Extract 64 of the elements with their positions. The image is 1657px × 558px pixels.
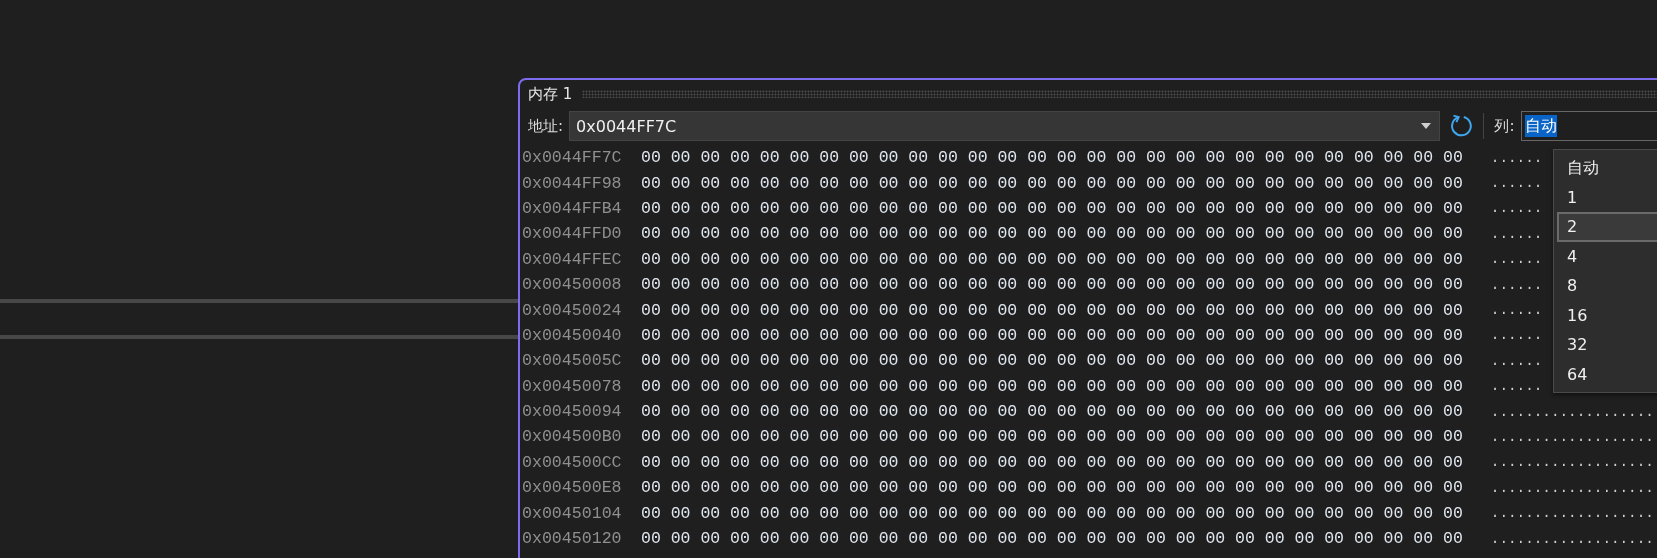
hex-bytes: 00 00 00 00 00 00 00 00 00 00 00 00 00 00 00 00 00 00 00 00 00 00 00 00 00 00 00 00 xyxy=(641,351,1463,371)
dropdown-option[interactable]: 16 xyxy=(1557,300,1657,330)
ascii-text: ...... xyxy=(1490,225,1543,242)
ascii-text: ...... xyxy=(1490,175,1543,192)
memory-address: 0x00450078 xyxy=(522,376,623,396)
columns-label: 列: xyxy=(1494,116,1515,136)
hex-bytes: 00 00 00 00 00 00 00 00 00 00 00 00 00 00 00 00 00 00 00 00 00 00 00 00 00 00 00 00 xyxy=(641,325,1463,345)
memory-address: 0x00450024 xyxy=(522,300,623,320)
hex-bytes: 00 00 00 00 00 00 00 00 00 00 00 00 00 00 00 00 00 00 00 00 00 00 00 00 00 00 00 00 xyxy=(641,452,1463,472)
memory-address: 0x0044FFB4 xyxy=(522,198,623,218)
memory-address: 0x0044FFD0 xyxy=(522,224,623,244)
ascii-text: ...... xyxy=(1490,302,1543,319)
hex-bytes: 00 00 00 00 00 00 00 00 00 00 00 00 00 00 00 00 00 00 00 00 00 00 00 00 00 00 00 00 xyxy=(641,402,1463,422)
memory-address: 0x00450094 xyxy=(522,402,623,422)
hex-bytes: 00 00 00 00 00 00 00 00 00 00 00 00 00 00 00 00 00 00 00 00 00 00 00 00 00 00 00 00 xyxy=(641,427,1463,447)
ascii-text: ...... xyxy=(1490,327,1543,344)
memory-address: 0x0045005C xyxy=(522,351,623,371)
memory-address: 0x004500E8 xyxy=(522,478,623,498)
hex-bytes: 00 00 00 00 00 00 00 00 00 00 00 00 00 00 00 00 00 00 00 00 00 00 00 00 00 00 00 00 xyxy=(641,148,1463,168)
memory-address: 0x0044FF98 xyxy=(522,173,623,193)
title-grip[interactable] xyxy=(582,90,1657,98)
memory-address: 0x004500B0 xyxy=(522,427,623,447)
ascii-text: ...... xyxy=(1490,378,1543,395)
hex-bytes: 00 00 00 00 00 00 00 00 00 00 00 00 00 00 00 00 00 00 00 00 00 00 00 00 00 00 00 00 xyxy=(641,529,1463,549)
dropdown-option[interactable]: 64 xyxy=(1557,359,1657,389)
hex-bytes: 00 00 00 00 00 00 00 00 00 00 00 00 00 00 00 00 00 00 00 00 00 00 00 00 00 00 00 00 xyxy=(641,300,1463,320)
ascii-text: ...... xyxy=(1490,149,1543,166)
columns-field[interactable]: 自动 xyxy=(1520,111,1657,141)
refresh-icon[interactable] xyxy=(1449,114,1474,138)
dropdown-option[interactable]: 4 xyxy=(1557,241,1657,271)
window-title: 内存 1 xyxy=(528,84,573,104)
memory-address: 0x0044FF7C xyxy=(522,148,623,168)
hex-bytes: 00 00 00 00 00 00 00 00 00 00 00 00 00 00 00 00 00 00 00 00 00 00 00 00 00 00 00 00 xyxy=(641,503,1463,523)
memory-address: 0x00450008 xyxy=(522,275,623,295)
hex-bytes: 00 00 00 00 00 00 00 00 00 00 00 00 00 00 00 00 00 00 00 00 00 00 00 00 00 00 00 00 xyxy=(641,376,1463,396)
ascii-text: ................... xyxy=(1490,505,1654,522)
ascii-text: ................... xyxy=(1490,530,1654,547)
dropdown-option[interactable]: 1 xyxy=(1557,182,1657,212)
memory-address: 0x0044FFEC xyxy=(522,249,623,269)
address-field[interactable]: 0x0044FF7C xyxy=(569,111,1440,141)
hex-bytes: 00 00 00 00 00 00 00 00 00 00 00 00 00 00 00 00 00 00 00 00 00 00 00 00 00 00 00 00 xyxy=(641,275,1463,295)
caret-icon xyxy=(1420,123,1431,129)
dropdown-option[interactable]: 自动 xyxy=(1557,153,1657,183)
ascii-text: ................... xyxy=(1490,403,1654,420)
ascii-text: ................... xyxy=(1490,479,1654,496)
dropdown-option[interactable]: 2 xyxy=(1557,212,1657,242)
memory-address: 0x00450120 xyxy=(522,529,623,549)
memory-address: 0x00450104 xyxy=(522,503,623,523)
address-label: 地址: xyxy=(528,116,564,136)
hex-bytes: 00 00 00 00 00 00 00 00 00 00 00 00 00 00 00 00 00 00 00 00 00 00 00 00 00 00 00 00 xyxy=(641,224,1463,244)
ascii-text: ...... xyxy=(1490,251,1543,268)
hex-bytes: 00 00 00 00 00 00 00 00 00 00 00 00 00 00 00 00 00 00 00 00 00 00 00 00 00 00 00 00 xyxy=(641,478,1463,498)
ascii-text: ...... xyxy=(1490,200,1543,217)
ascii-text: ................... xyxy=(1490,429,1654,445)
ascii-text: ................... xyxy=(1490,454,1654,471)
dropdown-option[interactable]: 8 xyxy=(1557,271,1657,301)
ascii-text: ...... xyxy=(1490,276,1543,293)
hex-bytes: 00 00 00 00 00 00 00 00 00 00 00 00 00 00 00 00 00 00 00 00 00 00 00 00 00 00 00 00 xyxy=(641,198,1463,218)
memory-address: 0x00450040 xyxy=(522,325,623,345)
hex-bytes: 00 00 00 00 00 00 00 00 00 00 00 00 00 00 00 00 00 00 00 00 00 00 00 00 00 00 00 00 xyxy=(641,173,1463,193)
ascii-text: ...... xyxy=(1490,352,1543,369)
memory-address: 0x004500CC xyxy=(522,452,623,472)
hex-bytes: 00 00 00 00 00 00 00 00 00 00 00 00 00 00 00 00 00 00 00 00 00 00 00 00 00 00 00 00 xyxy=(641,249,1463,269)
dropdown-option[interactable]: 32 xyxy=(1557,330,1657,360)
